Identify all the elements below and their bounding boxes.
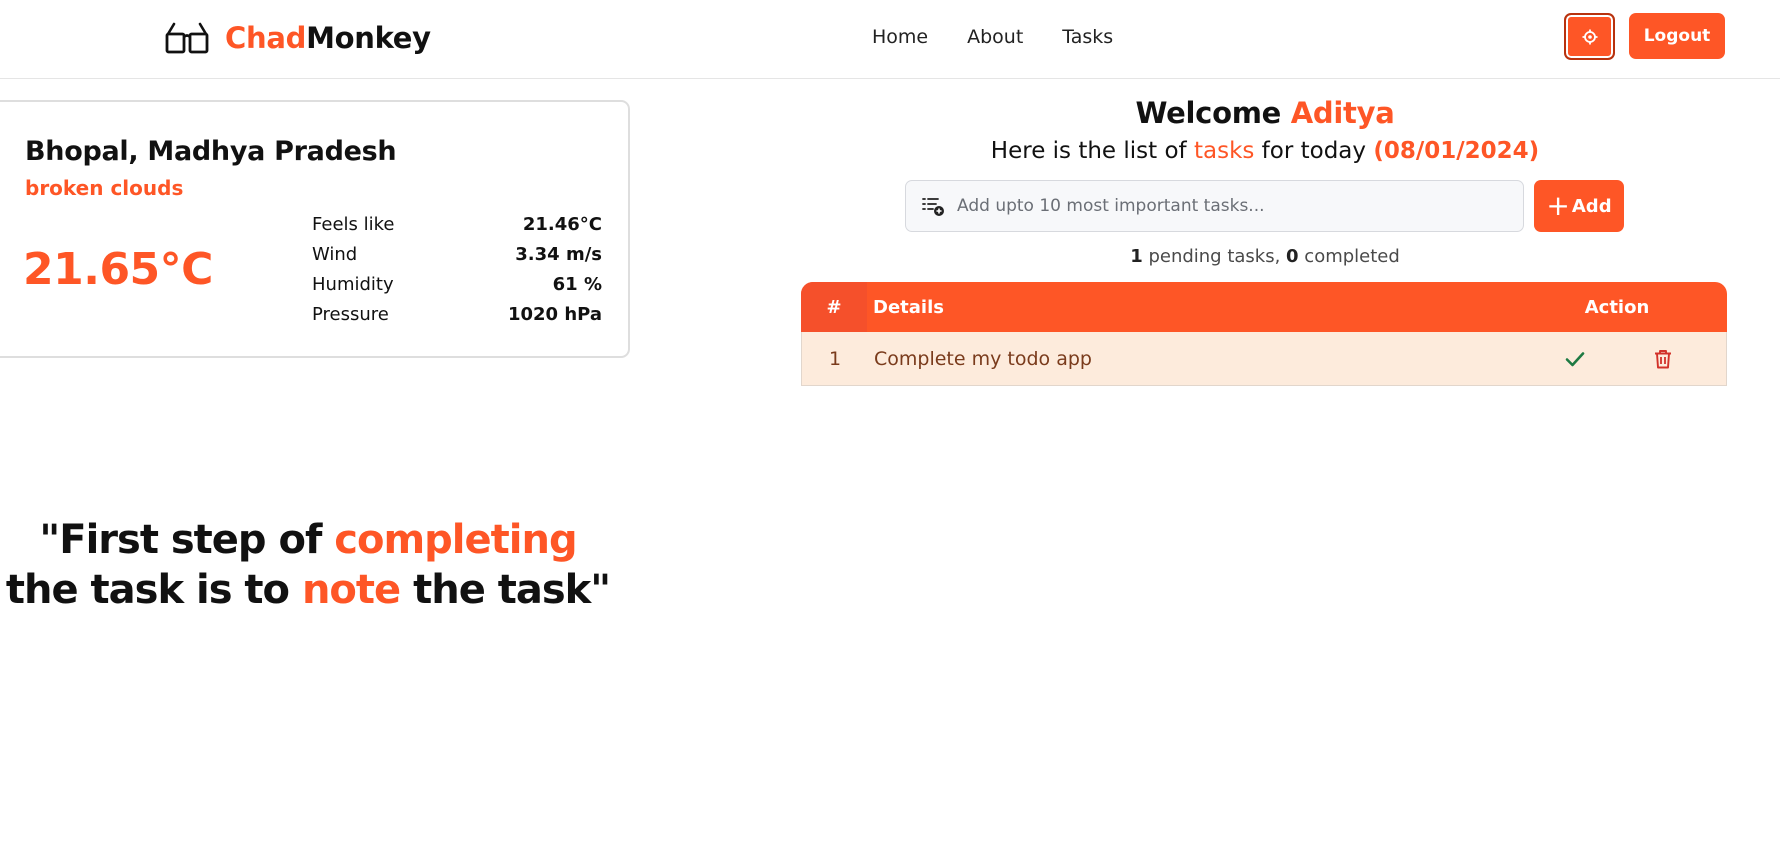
weather-temperature: 21.65°C — [23, 244, 213, 295]
column-header-action: Action — [1584, 296, 1650, 318]
pending-label: pending tasks, — [1142, 246, 1287, 267]
table-header: # Details Action — [801, 282, 1727, 332]
weather-stat-row: Wind 3.34 m/s — [312, 240, 602, 270]
today-date: (08/01/2024) — [1373, 138, 1540, 164]
crosshair-icon — [1582, 29, 1597, 44]
add-task-label: Add — [1571, 195, 1612, 217]
plus-icon: + — [1546, 189, 1570, 222]
weather-card: Bhopal, Madhya Pradesh broken clouds 21.… — [0, 100, 630, 358]
weather-stat-value: 1020 hPa — [507, 304, 602, 325]
subtitle-mid: for today — [1254, 138, 1374, 164]
logout-button[interactable]: Logout — [1629, 13, 1725, 59]
weather-stat-label: Wind — [312, 244, 358, 265]
weather-stat-value: 3.34 m/s — [515, 244, 602, 265]
nav-tasks[interactable]: Tasks — [1062, 22, 1113, 52]
task-details: Complete my todo app — [874, 347, 1092, 370]
quote-text: "First step of — [39, 517, 335, 563]
brand-name-part2: Monkey — [306, 21, 431, 55]
pending-count: 1 — [1130, 246, 1143, 267]
add-task-button[interactable]: + Add — [1534, 180, 1624, 232]
weather-stat-value: 21.46°C — [522, 214, 602, 235]
complete-task-button[interactable] — [1560, 344, 1590, 374]
motivational-quote: "First step of completing the task is to… — [0, 515, 616, 615]
weather-stats: Feels like 21.46°C Wind 3.34 m/s Humidit… — [312, 210, 602, 330]
weather-description: broken clouds — [25, 176, 184, 200]
brand-name: ChadMonkey — [225, 21, 431, 55]
weather-stat-row: Feels like 21.46°C — [312, 210, 602, 240]
column-header-details: Details — [873, 296, 944, 318]
quote-text: the task" — [400, 567, 611, 613]
weather-stat-row: Humidity 61 % — [312, 270, 602, 300]
user-name: Aditya — [1290, 96, 1395, 130]
task-table: # Details Action 1 Complete my todo app — [801, 282, 1727, 386]
completed-count: 0 — [1286, 246, 1299, 267]
task-actions — [1510, 344, 1726, 374]
brand-logo-link[interactable]: ChadMonkey — [165, 16, 431, 60]
task-input-wrapper — [905, 180, 1524, 232]
quote-highlight: completing — [334, 517, 577, 563]
task-number: 1 — [828, 347, 842, 370]
welcome-prefix: Welcome — [1135, 96, 1291, 130]
completed-label: completed — [1298, 246, 1400, 267]
tasks-subtitle: Here is the list of tasks for today (08/… — [800, 138, 1730, 164]
weather-stat-label: Humidity — [312, 274, 394, 295]
checkmark-icon — [1565, 351, 1585, 366]
glasses-logo-icon — [165, 22, 209, 54]
trash-icon — [1655, 349, 1671, 368]
weather-city: Bhopal, Madhya Pradesh — [25, 136, 397, 167]
nav-links: Home About Tasks — [872, 22, 1152, 52]
task-counts: 1 pending tasks, 0 completed — [800, 246, 1730, 267]
nav-about[interactable]: About — [967, 22, 1023, 52]
weather-stat-value: 61 % — [552, 274, 602, 295]
delete-task-button[interactable] — [1648, 344, 1678, 374]
weather-stat-label: Pressure — [312, 304, 389, 325]
task-input[interactable] — [957, 186, 1523, 226]
weather-stat-row: Pressure 1020 hPa — [312, 300, 602, 330]
nav-home[interactable]: Home — [872, 22, 928, 52]
list-add-icon — [922, 198, 944, 216]
column-header-number: # — [801, 282, 867, 332]
navbar: ChadMonkey Home About Tasks Logout — [0, 0, 1780, 79]
quote-text: the task is to — [5, 567, 302, 613]
subtitle-prefix: Here is the list of — [990, 138, 1194, 164]
subtitle-highlight: tasks — [1193, 138, 1255, 164]
welcome-heading: Welcome Aditya — [800, 96, 1730, 130]
locate-button[interactable] — [1564, 13, 1615, 60]
weather-stat-label: Feels like — [312, 214, 395, 235]
brand-name-part1: Chad — [225, 21, 307, 55]
quote-highlight: note — [301, 567, 401, 613]
table-row: 1 Complete my todo app — [801, 332, 1727, 386]
